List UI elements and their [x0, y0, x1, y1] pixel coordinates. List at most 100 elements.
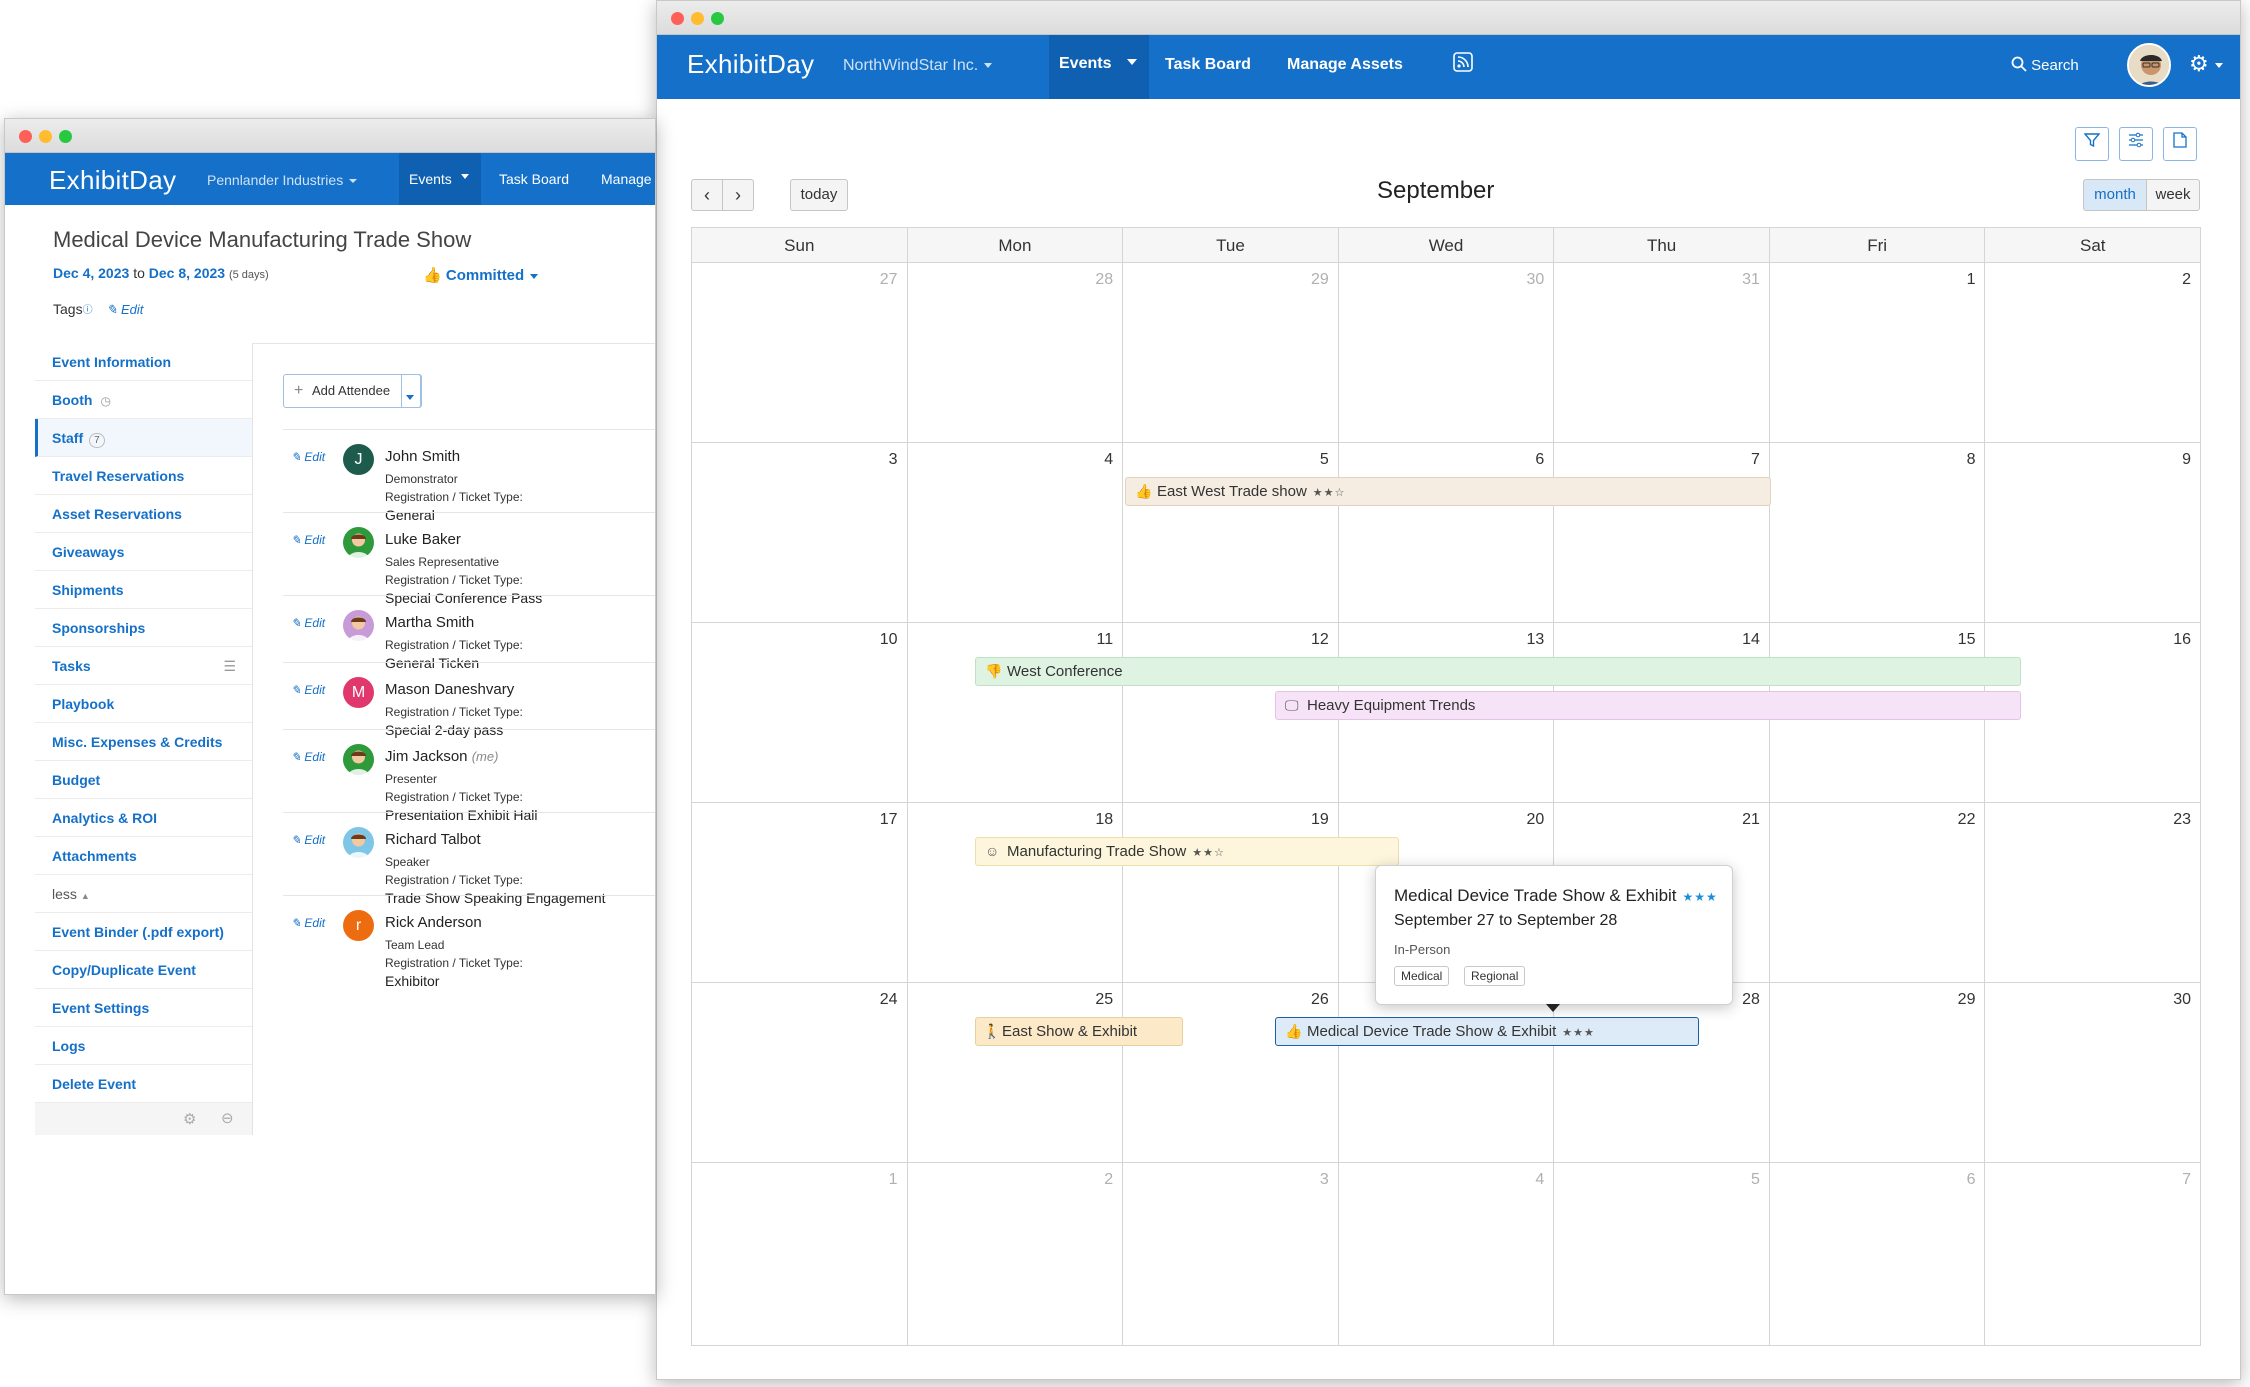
calendar-day-cell[interactable]: 7 — [1554, 443, 1770, 622]
calendar-day-cell[interactable]: 11 — [908, 623, 1124, 802]
calendar-day-cell[interactable]: 26 — [1123, 983, 1339, 1162]
collapse-sidebar-icon[interactable]: ⊖ — [221, 1109, 234, 1127]
search-button[interactable]: Search — [2011, 56, 2079, 74]
calendar-day-cell[interactable]: 5 — [1554, 1163, 1770, 1345]
sidebar-item-event-binder-pdf-export[interactable]: Event Binder (.pdf export) — [35, 913, 252, 951]
end-date-link[interactable]: Dec 8, 2023 — [149, 265, 225, 281]
calendar-day-cell[interactable]: 27 — [1339, 983, 1555, 1162]
sidebar-item-delete-event[interactable]: Delete Event — [35, 1065, 252, 1103]
brand-logo[interactable]: ExhibitDay — [49, 165, 176, 196]
sidebar-item-event-information[interactable]: Event Information — [35, 343, 252, 381]
sidebar-item-analytics-roi[interactable]: Analytics & ROI — [35, 799, 252, 837]
rss-feed-icon[interactable] — [1453, 52, 1473, 77]
nav-task-board[interactable]: Task Board — [499, 171, 569, 187]
calendar-day-cell[interactable]: 4 — [908, 443, 1124, 622]
calendar-day-cell[interactable]: 3 — [692, 443, 908, 622]
calendar-day-cell[interactable]: 8 — [1770, 443, 1986, 622]
sidebar-item-staff[interactable]: Staff 7 — [35, 419, 252, 457]
edit-attendee-link[interactable]: ✎ Edit — [291, 533, 325, 547]
org-selector[interactable]: Pennlander Industries — [207, 172, 358, 188]
brand-logo[interactable]: ExhibitDay — [687, 49, 814, 80]
sidebar-item-giveaways[interactable]: Giveaways — [35, 533, 252, 571]
export-pdf-icon-button[interactable] — [2163, 127, 2197, 161]
zoom-window-button[interactable] — [711, 12, 724, 25]
calendar-day-cell[interactable]: 18 — [908, 803, 1124, 982]
calendar-event[interactable]: 🖵 Heavy Equipment Trends — [1275, 691, 2021, 720]
add-attendee-dropdown[interactable] — [401, 374, 421, 408]
calendar-day-cell[interactable]: 23 — [1985, 803, 2200, 982]
sidebar-item-attachments[interactable]: Attachments — [35, 837, 252, 875]
calendar-day-cell[interactable]: 19 — [1123, 803, 1339, 982]
calendar-day-cell[interactable]: 22 — [1770, 803, 1986, 982]
org-selector[interactable]: NorthWindStar Inc. — [843, 57, 993, 75]
edit-attendee-link[interactable]: ✎ Edit — [291, 683, 325, 697]
edit-attendee-link[interactable]: ✎ Edit — [291, 916, 325, 930]
calendar-day-cell[interactable]: 6 — [1339, 443, 1555, 622]
events-dropdown-caret[interactable] — [1127, 53, 1137, 69]
calendar-day-cell[interactable]: 10 — [692, 623, 908, 802]
today-button[interactable]: today — [790, 179, 848, 211]
add-attendee-button[interactable]: + Add Attendee — [283, 374, 422, 408]
calendar-day-cell[interactable]: 29 — [1770, 983, 1986, 1162]
start-date-link[interactable]: Dec 4, 2023 — [53, 265, 129, 281]
minimize-window-button[interactable] — [691, 12, 704, 25]
calendar-day-cell[interactable]: 27 — [692, 263, 908, 442]
calendar-day-cell[interactable]: 28 — [908, 263, 1124, 442]
calendar-day-cell[interactable]: 2 — [908, 1163, 1124, 1345]
next-month-button[interactable]: › — [722, 179, 754, 211]
calendar-day-cell[interactable]: 30 — [1985, 983, 2200, 1162]
edit-attendee-link[interactable]: ✎ Edit — [291, 750, 325, 764]
edit-attendee-link[interactable]: ✎ Edit — [291, 616, 325, 630]
sliders-icon-button[interactable] — [2119, 127, 2153, 161]
close-window-button[interactable] — [671, 12, 684, 25]
calendar-day-cell[interactable]: 5 — [1123, 443, 1339, 622]
nav-events[interactable]: Events — [409, 171, 452, 187]
calendar-day-cell[interactable]: 4 — [1339, 1163, 1555, 1345]
sidebar-item-travel-reservations[interactable]: Travel Reservations — [35, 457, 252, 495]
settings-gear-icon[interactable]: ⚙ — [2189, 51, 2223, 77]
calendar-day-cell[interactable]: 6 — [1770, 1163, 1986, 1345]
calendar-day-cell[interactable]: 29 — [1123, 263, 1339, 442]
sidebar-item-less[interactable]: less ▲ — [35, 875, 252, 913]
sidebar-item-copy-duplicate-event[interactable]: Copy/Duplicate Event — [35, 951, 252, 989]
nav-manage-assets[interactable]: Manage Assets — [1287, 56, 1403, 74]
calendar-day-cell[interactable]: 1 — [1770, 263, 1986, 442]
calendar-event[interactable]: 🚶 East Show & Exhibit — [975, 1017, 1183, 1046]
calendar-day-cell[interactable]: 30 — [1339, 263, 1555, 442]
filter-icon-button[interactable] — [2075, 127, 2109, 161]
sidebar-item-shipments[interactable]: Shipments — [35, 571, 252, 609]
nav-events[interactable]: Events — [1059, 55, 1111, 73]
zoom-window-button[interactable] — [59, 130, 72, 143]
calendar-day-cell[interactable]: 3 — [1123, 1163, 1339, 1345]
events-dropdown-caret[interactable] — [461, 169, 469, 183]
sidebar-item-budget[interactable]: Budget — [35, 761, 252, 799]
calendar-event[interactable]: 👎 West Conference — [975, 657, 2021, 686]
sidebar-item-event-settings[interactable]: Event Settings — [35, 989, 252, 1027]
calendar-day-cell[interactable]: 31 — [1554, 263, 1770, 442]
nav-manage[interactable]: Manage — [601, 171, 652, 187]
sidebar-item-logs[interactable]: Logs — [35, 1027, 252, 1065]
calendar-event[interactable]: ☺ Manufacturing Trade Show ★★☆ — [975, 837, 1399, 866]
edit-attendee-link[interactable]: ✎ Edit — [291, 450, 325, 464]
calendar-day-cell[interactable]: 1 — [692, 1163, 908, 1345]
sidebar-item-misc-expenses-credits[interactable]: Misc. Expenses & Credits — [35, 723, 252, 761]
calendar-day-cell[interactable]: 9 — [1985, 443, 2200, 622]
calendar-day-cell[interactable]: 2 — [1985, 263, 2200, 442]
calendar-day-cell[interactable]: 24 — [692, 983, 908, 1162]
prev-month-button[interactable]: ‹ — [691, 179, 723, 211]
sidebar-item-playbook[interactable]: Playbook — [35, 685, 252, 723]
close-window-button[interactable] — [19, 130, 32, 143]
sidebar-item-sponsorships[interactable]: Sponsorships — [35, 609, 252, 647]
sidebar-item-booth[interactable]: Booth ◷ — [35, 381, 252, 419]
sidebar-item-tasks[interactable]: Tasks ☰ — [35, 647, 252, 685]
view-month-button[interactable]: month — [2083, 179, 2147, 211]
nav-task-board[interactable]: Task Board — [1165, 56, 1251, 74]
edit-attendee-link[interactable]: ✎ Edit — [291, 833, 325, 847]
view-week-button[interactable]: week — [2146, 179, 2200, 211]
user-avatar[interactable] — [2127, 43, 2171, 87]
calendar-day-cell[interactable]: 25 — [908, 983, 1124, 1162]
status-dropdown[interactable]: 👍 Committed — [423, 266, 539, 284]
tags-edit-link[interactable]: ✎ Edit — [106, 302, 143, 317]
calendar-event[interactable]: 👍 Medical Device Trade Show & Exhibit ★★★ — [1275, 1017, 1699, 1046]
calendar-day-cell[interactable]: 17 — [692, 803, 908, 982]
